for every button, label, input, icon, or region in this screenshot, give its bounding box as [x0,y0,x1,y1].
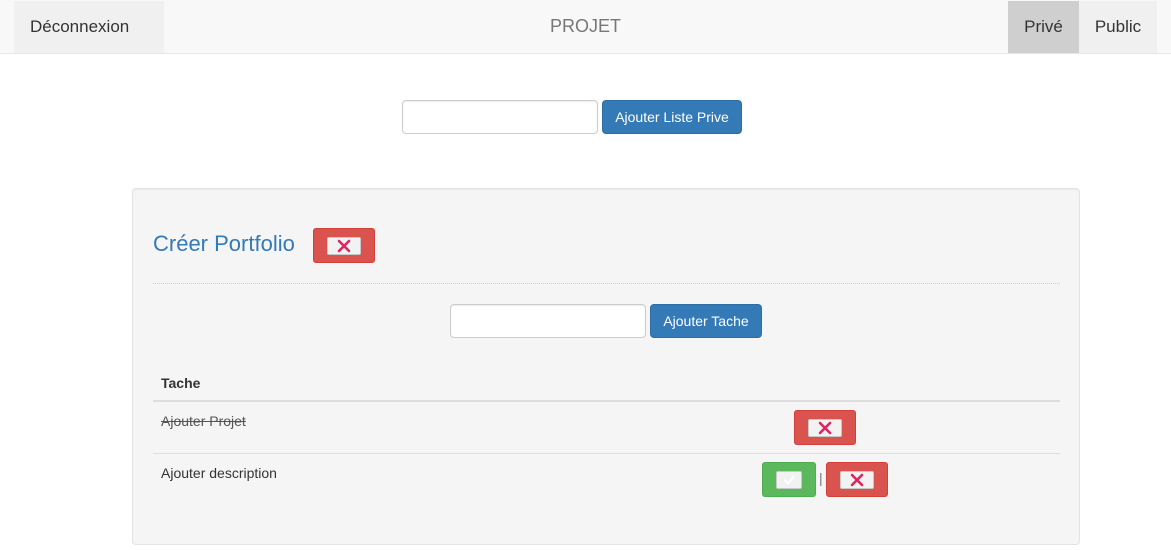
top-navbar: Déconnexion PROJET Privé Public [0,0,1171,54]
tab-public[interactable]: Public [1079,1,1157,53]
delete-task-button[interactable] [826,462,888,497]
complete-task-button[interactable] [762,462,816,497]
table-header-border [153,400,1060,402]
delete-task-button[interactable] [794,410,856,445]
new-list-input[interactable] [402,100,598,134]
task-text-completed: Ajouter Projet [161,413,246,429]
table-row-border [153,453,1060,454]
app-brand: PROJET [549,16,621,36]
divider [153,283,1060,284]
tab-prive[interactable]: Privé [1008,1,1079,53]
delete-icon [327,236,361,255]
list-panel: Créer Portfolio Ajouter Tache Tache Ajou… [132,188,1080,545]
delete-icon [840,470,874,489]
new-task-input[interactable] [450,304,646,338]
table-header-tache: Tache [161,375,201,391]
delete-list-button[interactable] [313,228,375,263]
add-private-list-button[interactable]: Ajouter Liste Prive [602,100,742,134]
task-text: Ajouter description [161,465,277,481]
check-icon [776,470,802,489]
list-title: Créer Portfolio [153,231,295,256]
action-separator: | [819,470,823,486]
logout-link[interactable]: Déconnexion [14,1,164,53]
add-task-button[interactable]: Ajouter Tache [650,304,762,338]
delete-icon [808,418,842,437]
